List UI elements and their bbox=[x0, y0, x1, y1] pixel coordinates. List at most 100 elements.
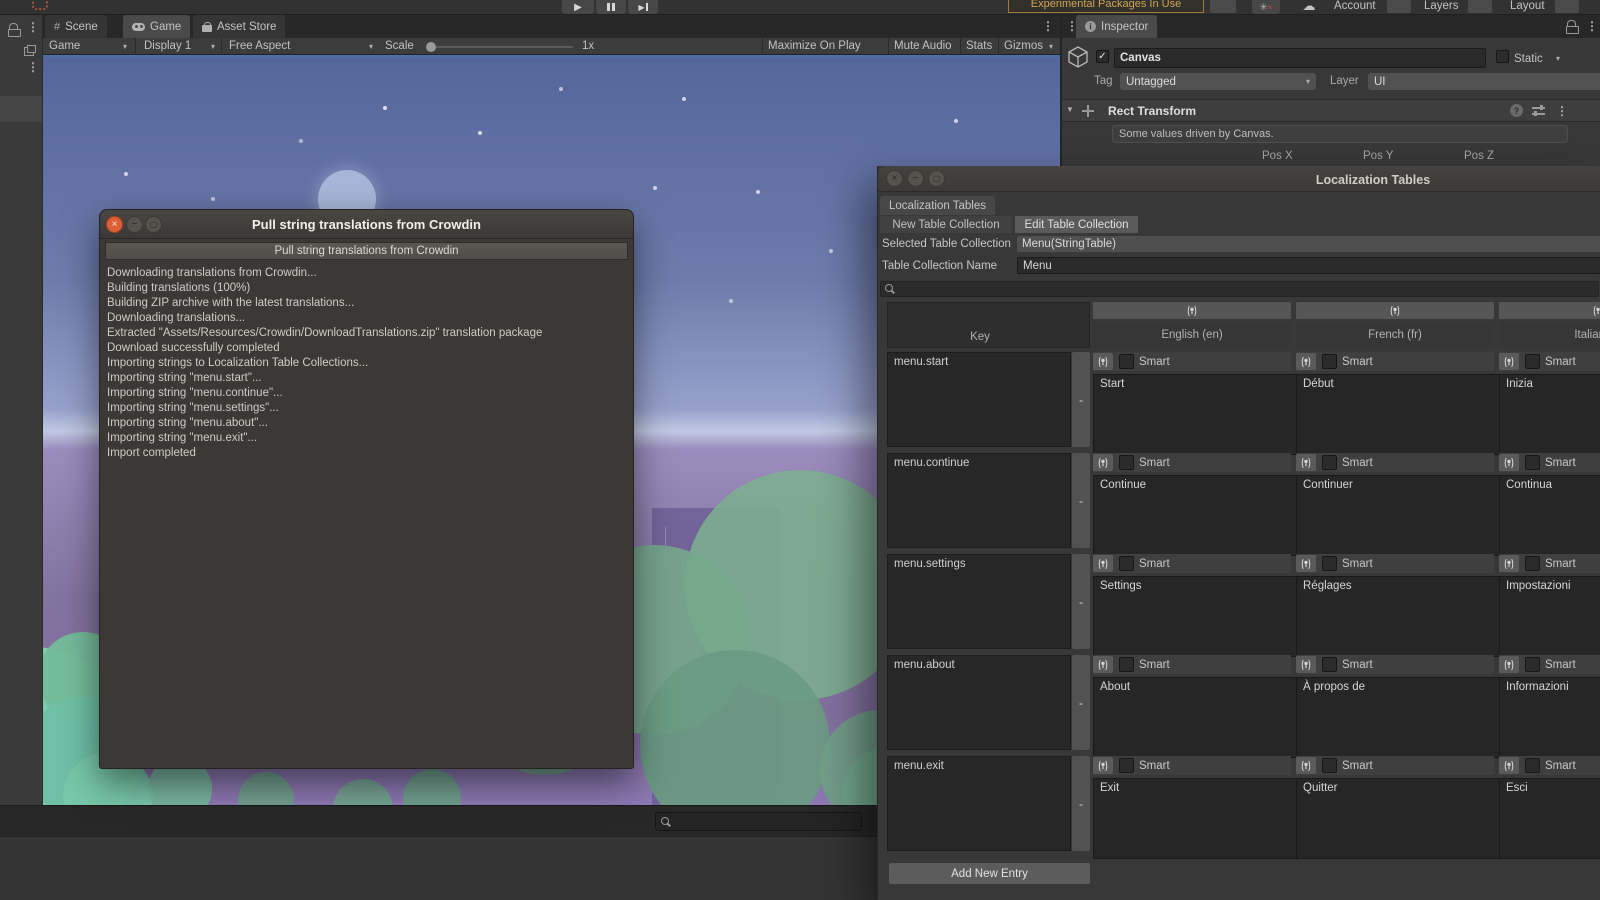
search-input[interactable] bbox=[655, 812, 862, 831]
translation-field[interactable]: À propos de bbox=[1296, 677, 1508, 758]
smart-checkbox[interactable] bbox=[1119, 354, 1134, 369]
translation-field[interactable]: Impostazioni bbox=[1499, 576, 1600, 657]
translation-field[interactable]: About bbox=[1093, 677, 1305, 758]
translation-field[interactable]: Exit bbox=[1093, 778, 1305, 859]
entry-metadata-button[interactable] bbox=[1499, 656, 1519, 673]
stats-toggle[interactable]: Stats bbox=[966, 40, 992, 52]
selected-collection-field[interactable]: Menu(StringTable) bbox=[1017, 236, 1600, 252]
foldout-icon[interactable]: ▼ bbox=[1066, 105, 1074, 114]
tab-localization-tables[interactable]: Localization Tables bbox=[880, 196, 995, 215]
pull-translations-button[interactable]: Pull string translations from Crowdin bbox=[105, 242, 628, 260]
new-table-collection-button[interactable]: New Table Collection bbox=[880, 216, 1012, 233]
maximize-on-play-toggle[interactable]: Maximize On Play bbox=[768, 40, 861, 52]
cloud-button[interactable]: ☁ bbox=[1294, 0, 1324, 14]
smart-checkbox[interactable] bbox=[1525, 556, 1540, 571]
key-column-header[interactable]: Key bbox=[887, 302, 1090, 348]
pause-button[interactable] bbox=[596, 0, 626, 14]
translation-field[interactable]: Start bbox=[1093, 374, 1305, 455]
translation-field[interactable]: Continua bbox=[1499, 475, 1600, 556]
translation-field[interactable]: Informazioni bbox=[1499, 677, 1600, 758]
key-cell[interactable]: menu.start bbox=[887, 352, 1071, 447]
panel-menu-icon[interactable]: ⋮ bbox=[27, 61, 39, 73]
locwin-titlebar[interactable]: × − ▢ Localization Tables bbox=[878, 166, 1600, 192]
layers-dropdown-box[interactable] bbox=[1468, 0, 1492, 13]
maximize-button[interactable]: ▢ bbox=[928, 170, 945, 187]
layer-dropdown[interactable]: UI ▾ bbox=[1368, 73, 1600, 90]
translation-field[interactable]: Esci bbox=[1499, 778, 1600, 859]
column-settings-button[interactable] bbox=[1499, 302, 1600, 319]
key-cell[interactable]: menu.exit bbox=[887, 756, 1071, 851]
smart-checkbox[interactable] bbox=[1322, 758, 1337, 773]
active-checkbox[interactable]: ✓ bbox=[1096, 50, 1109, 63]
entry-metadata-button[interactable] bbox=[1296, 555, 1316, 572]
step-button[interactable]: ▶ bbox=[628, 0, 658, 14]
edit-table-collection-button[interactable]: Edit Table Collection bbox=[1015, 216, 1138, 233]
smart-checkbox[interactable] bbox=[1322, 354, 1337, 369]
remove-entry-button[interactable]: - bbox=[1072, 352, 1090, 447]
translation-field[interactable]: Inizia bbox=[1499, 374, 1600, 455]
help-icon[interactable]: ? bbox=[1510, 104, 1523, 117]
translation-field[interactable]: Début bbox=[1296, 374, 1508, 455]
collapsed-panel-block[interactable] bbox=[0, 96, 42, 122]
remove-entry-button[interactable]: - bbox=[1072, 453, 1090, 548]
game-panel-menu-icon[interactable]: ⋮ bbox=[1042, 20, 1054, 32]
entry-metadata-button[interactable] bbox=[1093, 353, 1113, 370]
translation-field[interactable]: Settings bbox=[1093, 576, 1305, 657]
mute-audio-toggle[interactable]: Mute Audio bbox=[894, 40, 952, 52]
layout-dropdown[interactable]: Layout bbox=[1510, 0, 1545, 12]
remove-entry-button[interactable]: - bbox=[1072, 655, 1090, 750]
column-settings-button[interactable] bbox=[1093, 302, 1291, 319]
entry-metadata-button[interactable] bbox=[1093, 454, 1113, 471]
presets-icon[interactable] bbox=[1532, 105, 1545, 116]
scale-slider[interactable] bbox=[428, 46, 573, 48]
column-header-italian[interactable]: Italian (it) bbox=[1499, 322, 1600, 348]
entry-metadata-button[interactable] bbox=[1499, 555, 1519, 572]
toolbar-button[interactable] bbox=[1210, 0, 1236, 13]
account-dropdown[interactable]: Account bbox=[1334, 0, 1376, 12]
panel-menu-icon[interactable]: ⋮ bbox=[1586, 20, 1598, 32]
static-checkbox[interactable] bbox=[1496, 50, 1509, 63]
key-cell[interactable]: menu.continue bbox=[887, 453, 1071, 548]
entry-metadata-button[interactable] bbox=[1296, 656, 1316, 673]
smart-checkbox[interactable] bbox=[1525, 657, 1540, 672]
translation-field[interactable]: Réglages bbox=[1296, 576, 1508, 657]
lock-icon[interactable] bbox=[1566, 20, 1579, 34]
remove-entry-button[interactable]: - bbox=[1072, 756, 1090, 851]
tab-asset-store[interactable]: Asset Store bbox=[193, 15, 286, 38]
snap-tool-icon[interactable] bbox=[32, 0, 48, 10]
smart-checkbox[interactable] bbox=[1322, 657, 1337, 672]
smart-checkbox[interactable] bbox=[1119, 758, 1134, 773]
column-header-french[interactable]: French (fr) bbox=[1296, 322, 1494, 348]
table-search-input[interactable] bbox=[880, 281, 1599, 297]
lock-icon[interactable] bbox=[8, 23, 21, 37]
add-new-entry-button[interactable]: Add New Entry bbox=[889, 863, 1090, 884]
key-cell[interactable]: menu.about bbox=[887, 655, 1071, 750]
experimental-packages-badge[interactable]: Experimental Packages In Use bbox=[1008, 0, 1204, 13]
smart-checkbox[interactable] bbox=[1525, 455, 1540, 470]
translation-field[interactable]: Continuer bbox=[1296, 475, 1508, 556]
entry-metadata-button[interactable] bbox=[1499, 757, 1519, 774]
entry-metadata-button[interactable] bbox=[1093, 757, 1113, 774]
smart-checkbox[interactable] bbox=[1525, 354, 1540, 369]
collab-button[interactable]: ✳× bbox=[1252, 0, 1280, 14]
minimize-button[interactable]: − bbox=[907, 170, 924, 187]
translation-field[interactable]: Continue bbox=[1093, 475, 1305, 556]
entry-metadata-button[interactable] bbox=[1093, 656, 1113, 673]
column-settings-button[interactable] bbox=[1296, 302, 1494, 319]
entry-metadata-button[interactable] bbox=[1296, 757, 1316, 774]
translation-field[interactable]: Quitter bbox=[1296, 778, 1508, 859]
tab-scene[interactable]: # Scene bbox=[45, 15, 107, 38]
gizmos-dropdown[interactable]: Gizmos bbox=[1004, 40, 1043, 52]
entry-metadata-button[interactable] bbox=[1499, 353, 1519, 370]
entry-metadata-button[interactable] bbox=[1296, 353, 1316, 370]
display-dropdown[interactable]: Display 1 bbox=[144, 40, 191, 52]
account-dropdown-box[interactable] bbox=[1387, 0, 1411, 13]
layout-dropdown-box[interactable] bbox=[1555, 0, 1579, 13]
smart-checkbox[interactable] bbox=[1322, 455, 1337, 470]
column-header-english[interactable]: English (en) bbox=[1093, 322, 1291, 348]
dialog-titlebar[interactable]: × − ▢ Pull string translations from Crow… bbox=[100, 210, 633, 239]
tab-game[interactable]: Game bbox=[123, 15, 191, 38]
close-button[interactable]: × bbox=[886, 170, 903, 187]
key-cell[interactable]: menu.settings bbox=[887, 554, 1071, 649]
static-flags-caret-icon[interactable]: ▾ bbox=[1556, 55, 1560, 63]
